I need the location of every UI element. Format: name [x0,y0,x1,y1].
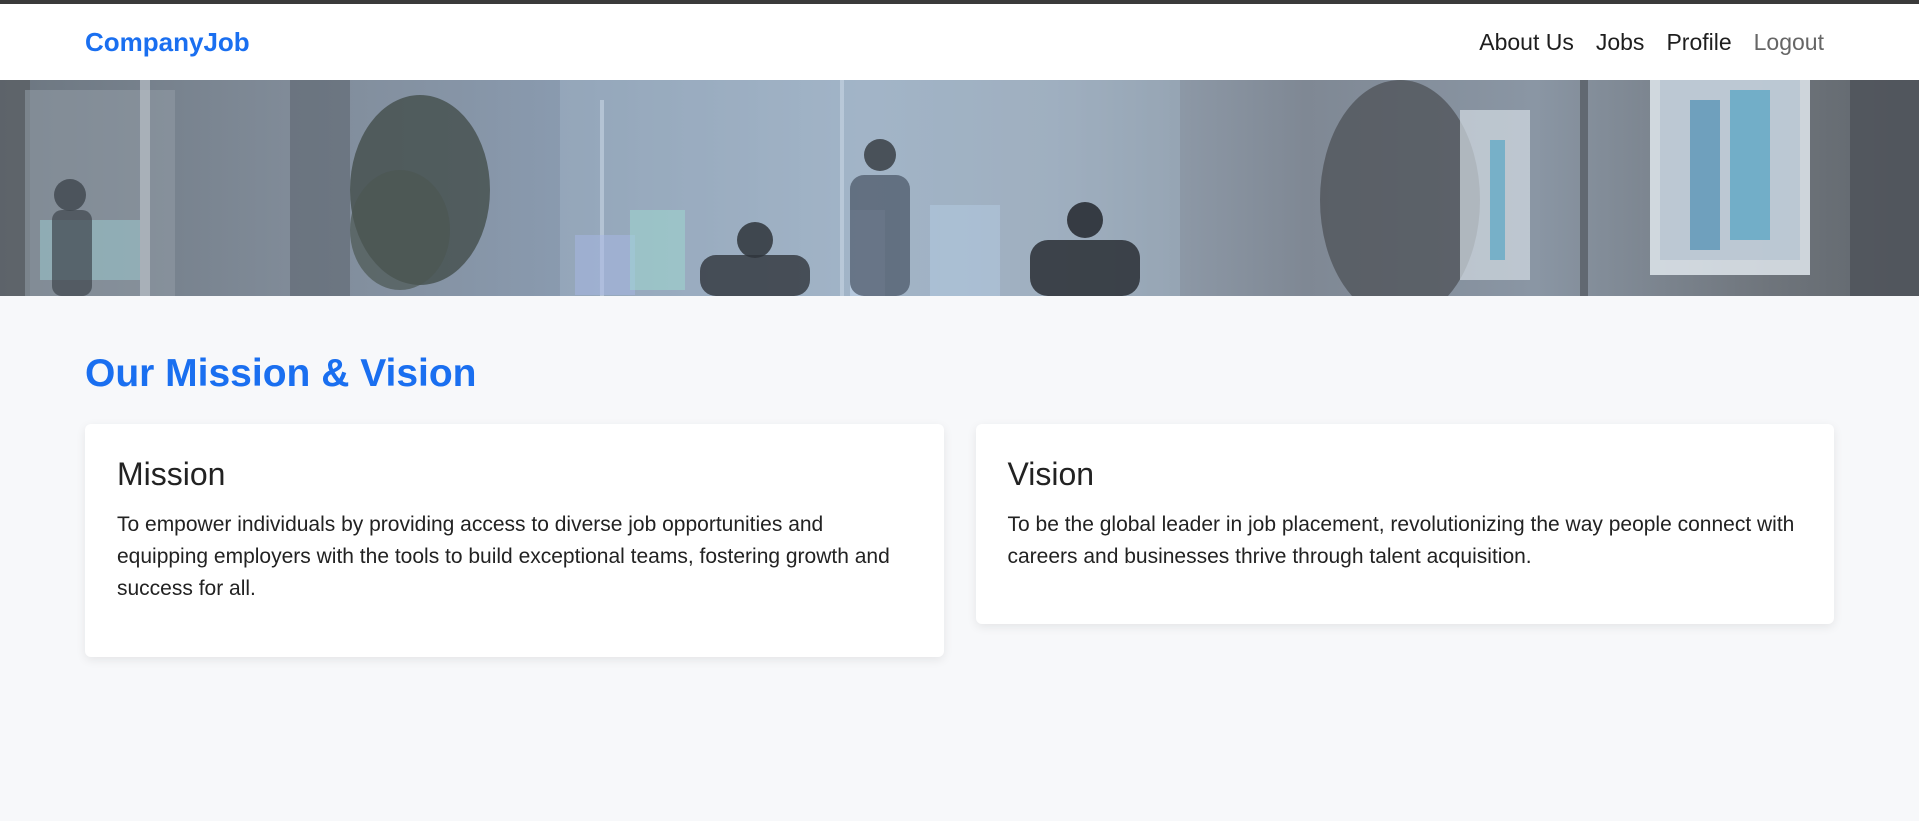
vision-card-text: To be the global leader in job placement… [1007,513,1795,568]
nav-link-profile[interactable]: Profile [1666,29,1731,56]
mission-card-text: To empower individuals by providing acce… [117,513,890,600]
main-content: Our Mission & Vision Mission To empower … [0,352,1919,657]
vision-card-title: Vision [1007,456,1095,492]
page-title: Our Mission & Vision [85,352,477,395]
brand-logo[interactable]: CompanyJob [85,27,250,58]
hero-banner-image [0,80,1919,296]
mission-vision-cards: Mission To empower individuals by provid… [85,424,1834,657]
navbar: CompanyJob About Us Jobs Profile Logout [0,4,1919,80]
mission-card-title: Mission [117,456,226,492]
vision-card: Vision To be the global leader in job pl… [975,424,1834,624]
nav-links: About Us Jobs Profile Logout [1479,29,1824,56]
mission-card: Mission To empower individuals by provid… [85,424,944,657]
nav-link-jobs[interactable]: Jobs [1596,29,1645,56]
nav-link-about-us[interactable]: About Us [1479,29,1574,56]
office-photo-illustration [0,80,1919,296]
nav-link-logout[interactable]: Logout [1754,29,1824,56]
